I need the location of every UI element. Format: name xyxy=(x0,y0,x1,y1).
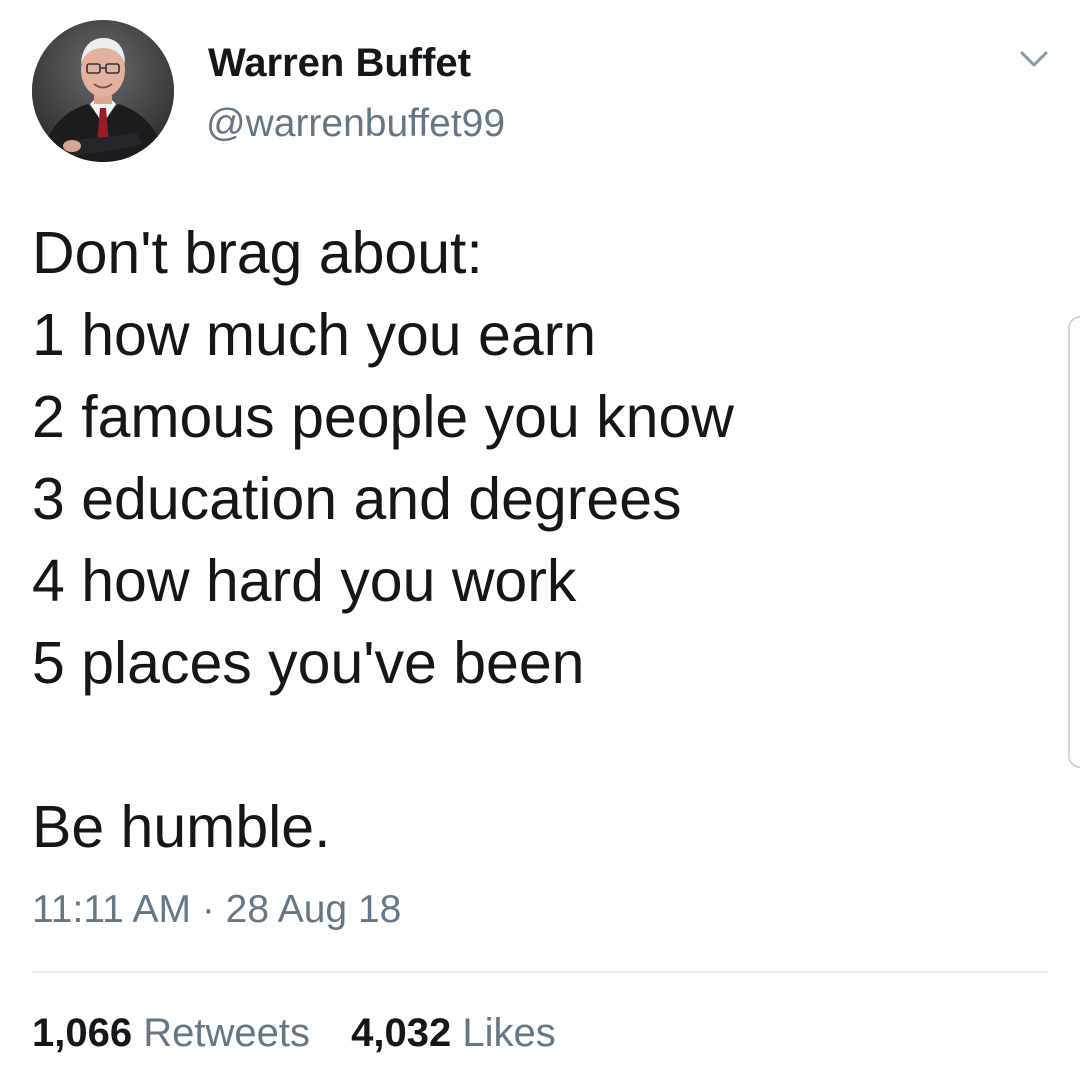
likes-label: Likes xyxy=(462,1011,556,1055)
tweet-timestamp[interactable]: 11:11 AM · 28 Aug 18 xyxy=(32,886,401,934)
author-handle[interactable]: @warrenbuffet99 xyxy=(206,100,505,148)
author-avatar[interactable] xyxy=(32,20,174,162)
chevron-down-icon[interactable] xyxy=(1014,44,1054,74)
tweet-line: Don't brag about: xyxy=(32,220,483,286)
retweets-label: Retweets xyxy=(143,1011,310,1055)
likes-count: 4,032 xyxy=(351,1011,452,1055)
scroll-edge xyxy=(1068,316,1080,768)
tweet-text: Don't brag about: 1 how much you earn 2 … xyxy=(32,212,1042,868)
retweets-count: 1,066 xyxy=(32,1011,133,1055)
tweet-line: Be humble. xyxy=(32,794,331,860)
tweet-stats: 1,066 Retweets 4,032 Likes xyxy=(32,1008,586,1058)
tweet-line: 3 education and degrees xyxy=(32,466,682,532)
likes-stat[interactable]: 4,032 Likes xyxy=(351,1008,556,1058)
tweet-line: 1 how much you earn xyxy=(32,302,597,368)
author-display-name[interactable]: Warren Buffet xyxy=(208,39,471,87)
retweets-stat[interactable]: 1,066 Retweets xyxy=(32,1008,310,1058)
divider xyxy=(32,971,1048,973)
tweet-line: 5 places you've been xyxy=(32,630,585,696)
tweet-line: 4 how hard you work xyxy=(32,548,577,614)
tweet-header: Warren Buffet @warrenbuffet99 xyxy=(0,0,1080,170)
avatar-photo xyxy=(32,20,174,162)
tweet-line: 2 famous people you know xyxy=(32,384,734,450)
